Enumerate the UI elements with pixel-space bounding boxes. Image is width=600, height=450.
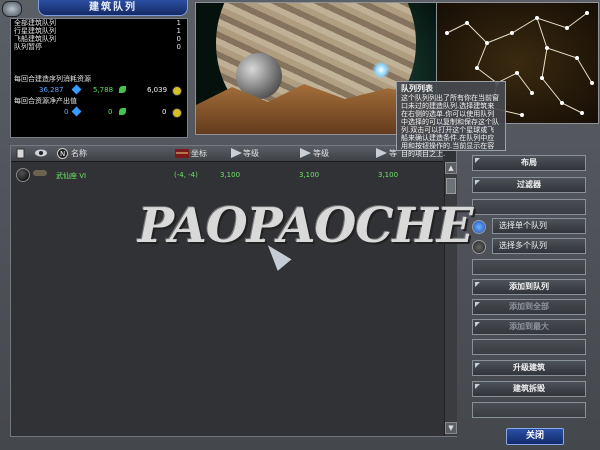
table-row[interactable]: 武仙座 VI (-4, -4) 3,100 3,100 3,100 [14, 167, 440, 183]
column-coord[interactable]: 坐标 [191, 148, 207, 159]
level-icon [300, 148, 311, 159]
stat-row: 行星建筑队列 1 [14, 27, 181, 35]
queue-list-panel: N 名称 坐标 等级 等级 等 武仙座 VI (-4, -4) 3,100 3,… [10, 145, 457, 437]
net-header: 每回合资源净产出值 [14, 97, 77, 105]
row-level-2: 3,100 [299, 171, 320, 179]
select-multi-option[interactable]: 选择多个队列 [472, 238, 586, 254]
window-title-tab: 建筑队列 [38, 0, 188, 16]
svg-text:N: N [60, 150, 65, 158]
upgrade-building-button[interactable]: 升级建筑 [472, 360, 586, 376]
action-panel: 布局 过滤器 选择单个队列 选择多个队列 添加到队列 添加到全部 添加到最大 升… [470, 152, 588, 422]
crystal-icon [71, 84, 82, 95]
stat-row: 全部建筑队列 1 [14, 19, 181, 27]
star-graphic [372, 61, 390, 79]
select-multi-label[interactable]: 选择多个队列 [492, 238, 586, 254]
watermark-text: PAOPAOCHE [138, 198, 473, 254]
queue-list-tooltip: 队列列表 这个队列列出了所有你在当前窗口未过的建造队列.选择建筑来在右侧的选单.… [396, 81, 506, 158]
net-crystal: 0 [64, 108, 69, 116]
net-resources: 0 0 0 [11, 105, 187, 119]
select-single-label[interactable]: 选择单个队列 [492, 218, 586, 234]
consume-resources: 36,287 5,788 6,039 [11, 83, 187, 97]
net-plant: 0 [108, 108, 113, 116]
crystal-icon [71, 106, 82, 117]
tooltip-body: 这个队列列出了所有你在当前窗口未过的建造队列.选择建筑来在右侧的选单.你可以使用… [401, 94, 499, 158]
radio-off-icon[interactable] [472, 240, 486, 254]
consume-plant: 5,788 [93, 86, 114, 94]
level-icon [231, 148, 242, 159]
consume-header: 每回合建造序列消耗资源 [14, 75, 91, 83]
list-header: N 名称 坐标 等级 等级 等 [11, 146, 443, 162]
add-to-max-button[interactable]: 添加到最大 [472, 319, 586, 335]
stat-row: 飞船建筑队列 0 [14, 35, 181, 43]
row-name: 武仙座 VI [56, 172, 87, 180]
row-level-1: 3,100 [220, 171, 241, 179]
system-menu-icon[interactable] [2, 1, 22, 17]
plant-icon [119, 86, 126, 95]
radio-on-icon[interactable] [472, 220, 486, 234]
row-coord: (-4, -4) [174, 171, 198, 179]
consume-crystal: 36,287 [39, 86, 64, 94]
stats-panel: 全部建筑队列 1 行星建筑队列 1 飞船建筑队列 0 队列暂停 0 每回合建造序列消耗资… [10, 18, 188, 138]
plant-icon [119, 108, 126, 117]
net-radioactive: 0 [162, 108, 167, 116]
sort-by-name-icon[interactable]: N [57, 148, 68, 159]
add-to-all-button[interactable]: 添加到全部 [472, 299, 586, 315]
close-button[interactable]: 关闭 [506, 428, 564, 445]
clipboard-icon[interactable] [15, 148, 26, 159]
empty-slot [472, 402, 586, 418]
ship-icon [33, 170, 47, 176]
scroll-thumb[interactable] [446, 178, 456, 194]
column-level-2[interactable]: 等级 [313, 148, 329, 159]
empty-slot [472, 199, 586, 215]
filter-button[interactable]: 过滤器 [472, 177, 586, 193]
tooltip-title: 队列列表 [401, 84, 433, 93]
empty-slot [472, 259, 586, 275]
demolish-building-button[interactable]: 建筑拆毁 [472, 381, 586, 397]
consume-radioactive: 6,039 [147, 86, 168, 94]
radioactive-icon [172, 108, 182, 120]
scroll-up-button[interactable]: ▲ [445, 162, 457, 174]
planet-icon [16, 168, 30, 182]
stat-row: 队列暂停 0 [14, 43, 181, 51]
select-single-option[interactable]: 选择单个队列 [472, 218, 586, 234]
column-name[interactable]: 名称 [71, 148, 87, 159]
column-level-1[interactable]: 等级 [243, 148, 259, 159]
radioactive-icon [172, 86, 182, 98]
scroll-down-button[interactable]: ▼ [445, 422, 457, 434]
window-title: 建筑队列 [89, 2, 137, 13]
row-level-3: 3,100 [378, 171, 399, 179]
level-icon [376, 148, 387, 159]
eye-icon[interactable] [35, 148, 47, 159]
empty-slot [472, 339, 586, 355]
add-to-queue-button[interactable]: 添加到队列 [472, 279, 586, 295]
coordinate-icon [175, 148, 189, 159]
